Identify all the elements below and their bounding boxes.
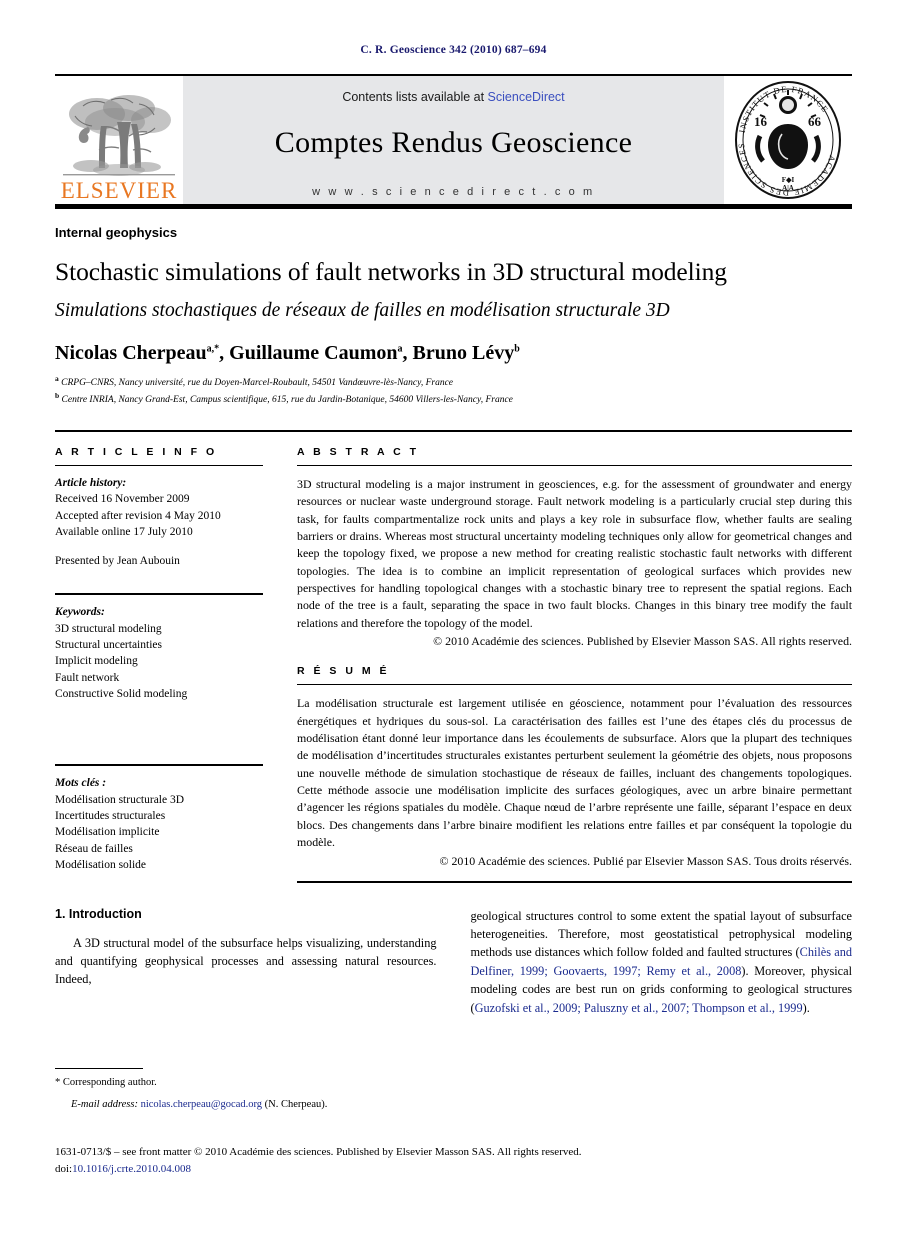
sciencedirect-link[interactable]: ScienceDirect bbox=[488, 90, 565, 104]
body-column-right: geological structures control to some ex… bbox=[471, 907, 853, 1018]
citation-link[interactable]: Guzofski et al., 2009; Paluszny et al., … bbox=[475, 1001, 803, 1015]
email-suffix: (N. Cherpeau). bbox=[264, 1098, 328, 1110]
abstract-bottom-rule bbox=[297, 880, 852, 883]
footnote-rule bbox=[55, 1068, 143, 1069]
keyword-item: Fault network bbox=[55, 671, 120, 684]
issn-line: 1631-0713/$ – see front matter © 2010 Ac… bbox=[55, 1146, 582, 1158]
author-marks: a,* bbox=[206, 343, 220, 355]
author-list: Nicolas Cherpeaua,*, Guillaume Caumona, … bbox=[55, 342, 520, 364]
intro-text-1: geological structures control to some ex… bbox=[470, 908, 853, 960]
intro-paragraph-right: geological structures control to some ex… bbox=[471, 907, 853, 1018]
section-heading-introduction: 1. Introduction bbox=[55, 906, 142, 921]
journal-banner: ELSEVIER Contents lists available at Sci… bbox=[55, 74, 852, 204]
affiliation-mark: b bbox=[55, 390, 60, 400]
abstract-column: A B S T R A C T 3D structural modeling i… bbox=[287, 446, 852, 883]
article-history: Article history: Received 16 November 20… bbox=[55, 475, 263, 570]
author-marks: b bbox=[514, 343, 520, 355]
resume-text: La modélisation structurale est largemen… bbox=[297, 696, 852, 850]
corresponding-author-note: * Corresponding author. bbox=[55, 1075, 445, 1091]
academy-seal: 16 66 F◆I A|A INSTITUT DE FRANCE ACADEMI… bbox=[724, 76, 852, 204]
keyword-item: Constructive Solid modeling bbox=[55, 688, 188, 701]
doi-line: doi:10.1016/j.crte.2010.04.008 bbox=[55, 1161, 852, 1178]
intro-paragraph-left: A 3D structural model of the subsurface … bbox=[55, 935, 437, 987]
divider bbox=[55, 464, 263, 466]
footnote-block: * Corresponding author. E-mail address: … bbox=[55, 1068, 445, 1113]
author-marks: a bbox=[397, 343, 403, 355]
affiliation-text: Centre INRIA, Nancy Grand-Est, Campus sc… bbox=[61, 395, 513, 406]
motscles-label: Mots clés : bbox=[55, 777, 107, 790]
keywords-label: Keywords: bbox=[55, 606, 105, 619]
sciencedirect-url[interactable]: w w w . s c i e n c e d i r e c t . c o … bbox=[312, 186, 595, 198]
info-abstract-region: A R T I C L E I N F O Article history: R… bbox=[55, 429, 852, 883]
doi-link[interactable]: 10.1016/j.crte.2010.04.008 bbox=[72, 1163, 191, 1175]
motscle-item: Incertitudes structurales bbox=[55, 810, 166, 823]
academie-des-sciences-seal-icon: 16 66 F◆I A|A INSTITUT DE FRANCE ACADEMI… bbox=[735, 81, 841, 199]
article-history-label: Article history: bbox=[55, 476, 127, 489]
keyword-item: 3D structural modeling bbox=[55, 622, 162, 635]
abstract-copyright: © 2010 Académie des sciences. Published … bbox=[433, 634, 852, 649]
page-title: Stochastic simulations of fault networks… bbox=[55, 257, 727, 286]
history-item: Available online 17 July 2010 bbox=[55, 525, 193, 538]
abstract-heading: A B S T R A C T bbox=[297, 445, 419, 458]
corresponding-author-text: Corresponding author. bbox=[62, 1077, 157, 1088]
contents-available-line: Contents lists available at ScienceDirec… bbox=[342, 90, 564, 104]
motscles-list: Mots clés : Modélisation structurale 3D … bbox=[55, 775, 263, 873]
affiliation-mark: a bbox=[55, 374, 59, 383]
keyword-item: Structural uncertainties bbox=[55, 639, 162, 652]
author-name: Nicolas Cherpeau bbox=[55, 342, 207, 364]
article-info-heading: A R T I C L E I N F O bbox=[55, 445, 218, 458]
elsevier-tree-icon bbox=[63, 95, 175, 176]
contents-prefix: Contents lists available at bbox=[342, 90, 488, 104]
page-title-french: Simulations stochastiques de réseaux de … bbox=[55, 300, 670, 321]
article-page: C. R. Geoscience 342 (2010) 687–694 ELSE… bbox=[0, 0, 907, 1238]
presented-by: Presented by Jean Aubouin bbox=[55, 555, 180, 568]
footnote-marker: * bbox=[55, 1077, 61, 1088]
motscle-item: Réseau de failles bbox=[55, 842, 133, 855]
elsevier-logo: ELSEVIER bbox=[55, 76, 183, 204]
resume-heading: R É S U M É bbox=[297, 665, 390, 678]
abstract-text: 3D structural modeling is a major instru… bbox=[297, 476, 852, 630]
intro-text-3: ). bbox=[802, 1000, 810, 1015]
affiliation-item: b Centre INRIA, Nancy Grand-Est, Campus … bbox=[55, 391, 852, 408]
divider bbox=[297, 684, 852, 686]
elsevier-wordmark: ELSEVIER bbox=[60, 178, 178, 203]
history-item: Accepted after revision 4 May 2010 bbox=[55, 509, 221, 522]
banner-bottom-rule bbox=[55, 204, 852, 209]
banner-center: Contents lists available at ScienceDirec… bbox=[183, 76, 724, 204]
body-columns: 1. Introduction A 3D structural model of… bbox=[55, 907, 852, 1018]
keywords-block: Keywords: 3D structural modeling Structu… bbox=[55, 593, 263, 702]
motscle-item: Modélisation structurale 3D bbox=[55, 793, 185, 806]
motscle-item: Modélisation solide bbox=[55, 859, 147, 872]
affiliation-item: a CRPG–CNRS, Nancy université, rue du Do… bbox=[55, 374, 852, 391]
affiliation-text: CRPG–CNRS, Nancy université, rue du Doye… bbox=[61, 378, 454, 389]
author-name: Guillaume Caumon bbox=[229, 342, 398, 364]
email-label: E-mail address: bbox=[71, 1098, 138, 1110]
svg-text:66: 66 bbox=[808, 114, 822, 129]
keywords-list: Keywords: 3D structural modeling Structu… bbox=[55, 604, 263, 702]
author-name: Bruno Lévy bbox=[412, 342, 515, 364]
body-column-left: 1. Introduction A 3D structural model of… bbox=[55, 907, 437, 1018]
footer-copyright-block: 1631-0713/$ – see front matter © 2010 Ac… bbox=[55, 1144, 852, 1178]
doi-label: doi: bbox=[55, 1163, 73, 1176]
journal-title: Comptes Rendus Geoscience bbox=[274, 126, 633, 159]
motscles-block: Mots clés : Modélisation structurale 3D … bbox=[55, 764, 263, 873]
motscle-item: Modélisation implicite bbox=[55, 826, 160, 839]
divider bbox=[297, 464, 852, 466]
svg-text:F◆I: F◆I bbox=[782, 176, 795, 184]
history-item: Received 16 November 2009 bbox=[55, 493, 190, 506]
article-info-column: A R T I C L E I N F O Article history: R… bbox=[55, 446, 287, 883]
running-head: C. R. Geoscience 342 (2010) 687–694 bbox=[360, 44, 547, 56]
resume-copyright: © 2010 Académie des sciences. Publié par… bbox=[439, 853, 852, 868]
keyword-item: Implicit modeling bbox=[55, 655, 138, 668]
affiliations: a CRPG–CNRS, Nancy université, rue du Do… bbox=[55, 374, 852, 408]
email-link[interactable]: nicolas.cherpeau@gocad.org bbox=[141, 1099, 262, 1110]
email-note: E-mail address: nicolas.cherpeau@gocad.o… bbox=[55, 1097, 445, 1113]
svg-text:16: 16 bbox=[754, 114, 768, 129]
article-category: Internal geophysics bbox=[55, 225, 178, 240]
